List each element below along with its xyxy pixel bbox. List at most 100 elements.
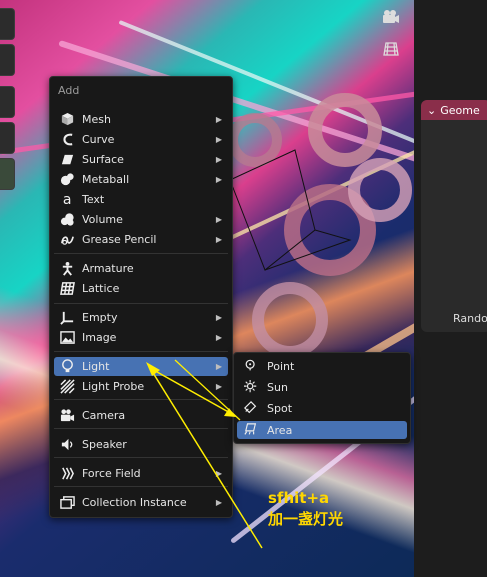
- menu-item-lattice[interactable]: Lattice: [54, 279, 228, 298]
- mesh-icon: [58, 112, 76, 128]
- menu-item-label: Collection Instance: [82, 496, 187, 509]
- light-submenu: Point Sun Spot Area: [233, 352, 411, 444]
- menu-item-label: Grease Pencil: [82, 233, 157, 246]
- menu-separator: [54, 351, 228, 352]
- geometry-node-header[interactable]: ⌄ Geome: [421, 100, 487, 120]
- area-light-icon: [243, 423, 259, 437]
- menu-item-armature[interactable]: Armature: [54, 259, 228, 278]
- light-type-point[interactable]: Point: [237, 357, 407, 375]
- menu-item-label: Force Field: [82, 467, 141, 480]
- curve-icon: [58, 132, 76, 148]
- menu-item-label: Text: [82, 193, 105, 206]
- menu-item-force-field[interactable]: Force Field ▶: [54, 464, 228, 483]
- submenu-arrow-icon: ▶: [215, 498, 222, 507]
- menu-item-text[interactable]: a Text: [54, 190, 228, 209]
- annotation-shortcut: sfhit+a: [268, 489, 330, 507]
- point-light-icon: [243, 359, 259, 373]
- menu-item-metaball[interactable]: Metaball ▶: [54, 170, 228, 189]
- camera-icon: [58, 408, 76, 424]
- metaball-icon: [58, 172, 76, 188]
- empty-icon: [58, 310, 76, 326]
- chevron-down-icon[interactable]: ⌄: [427, 104, 436, 117]
- menu-item-label: Light: [82, 360, 110, 373]
- menu-item-label: Curve: [82, 133, 115, 146]
- menu-item-collection-instance[interactable]: Collection Instance ▶: [54, 493, 228, 512]
- camera-view-icon[interactable]: [380, 6, 402, 28]
- submenu-arrow-icon: ▶: [215, 175, 222, 184]
- menu-item-label: Lattice: [82, 282, 120, 295]
- menu-separator: [54, 399, 228, 400]
- submenu-arrow-icon: ▶: [215, 382, 222, 391]
- text-icon: a: [58, 192, 76, 208]
- menu-item-label: Mesh: [82, 113, 111, 126]
- armature-icon: [58, 261, 76, 277]
- left-toolbar: [0, 0, 16, 200]
- geometry-node-field[interactable]: Rando: [453, 312, 487, 325]
- geometry-node-title: Geome: [440, 103, 480, 117]
- menu-separator: [54, 457, 228, 458]
- submenu-arrow-icon: ▶: [215, 135, 222, 144]
- menu-item-label: Image: [82, 331, 117, 344]
- light-type-sun[interactable]: Sun: [237, 378, 407, 396]
- add-menu-title: Add: [58, 84, 80, 97]
- menu-item-curve[interactable]: Curve ▶: [54, 130, 228, 149]
- submenu-arrow-icon: ▶: [215, 235, 222, 244]
- menu-item-camera[interactable]: Camera: [54, 406, 228, 425]
- submenu-arrow-icon: ▶: [215, 333, 222, 342]
- menu-item-label: Empty: [82, 311, 118, 324]
- submenu-arrow-icon: ▶: [215, 313, 222, 322]
- image-icon: [58, 330, 76, 346]
- select-box-tool[interactable]: [0, 8, 15, 40]
- cursor-tool[interactable]: [0, 44, 15, 76]
- annotation-description: 加一盏灯光: [268, 510, 344, 528]
- add-menu: Add Mesh ▶ Curve ▶ Surface ▶ Metaball ▶ a Text Vol…: [49, 76, 233, 518]
- annotation-text: sfhit+a 加一盏灯光: [268, 488, 343, 530]
- geometry-node[interactable]: ⌄ Geome Rando: [421, 100, 487, 332]
- menu-item-label: Volume: [82, 213, 123, 226]
- menu-item-label: Surface: [82, 153, 124, 166]
- menu-separator: [54, 428, 228, 429]
- menu-item-grease-pencil[interactable]: Grease Pencil ▶: [54, 230, 228, 249]
- collection-instance-icon: [58, 495, 76, 511]
- submenu-arrow-icon: ▶: [215, 362, 222, 371]
- light-type-area[interactable]: Area: [237, 421, 407, 439]
- menu-item-light-probe[interactable]: Light Probe ▶: [54, 377, 228, 396]
- sun-light-icon: [243, 380, 259, 394]
- light-type-label: Area: [267, 423, 293, 437]
- menu-item-label: Metaball: [82, 173, 130, 186]
- menu-separator: [54, 303, 228, 304]
- 3d-objects: [228, 93, 412, 358]
- menu-separator: [54, 486, 228, 487]
- light-type-label: Point: [267, 359, 295, 373]
- menu-item-surface[interactable]: Surface ▶: [54, 150, 228, 169]
- speaker-icon: [58, 437, 76, 453]
- menu-item-label: Armature: [82, 262, 134, 275]
- submenu-arrow-icon: ▶: [215, 215, 222, 224]
- grease-pencil-icon: [58, 232, 76, 248]
- menu-item-volume[interactable]: Volume ▶: [54, 210, 228, 229]
- menu-item-speaker[interactable]: Speaker: [54, 435, 228, 454]
- surface-icon: [58, 152, 76, 168]
- submenu-arrow-icon: ▶: [215, 115, 222, 124]
- menu-item-image[interactable]: Image ▶: [54, 328, 228, 347]
- menu-item-label: Camera: [82, 409, 126, 422]
- menu-item-mesh[interactable]: Mesh ▶: [54, 110, 228, 129]
- volume-icon: [58, 212, 76, 228]
- menu-separator: [54, 253, 228, 254]
- light-type-spot[interactable]: Spot: [237, 399, 407, 417]
- menu-item-label: Speaker: [82, 438, 127, 451]
- add-cube-tool[interactable]: [0, 158, 15, 190]
- light-type-label: Sun: [267, 380, 288, 394]
- measure-tool[interactable]: [0, 122, 15, 154]
- spot-light-icon: [243, 401, 259, 415]
- svg-text:a: a: [62, 192, 71, 207]
- light-icon: [58, 359, 76, 375]
- submenu-arrow-icon: ▶: [215, 155, 222, 164]
- light-probe-icon: [58, 379, 76, 395]
- menu-item-empty[interactable]: Empty ▶: [54, 308, 228, 327]
- menu-item-light[interactable]: Light ▶: [54, 357, 228, 376]
- annotate-tool[interactable]: [0, 86, 15, 118]
- grid-view-icon[interactable]: [380, 38, 402, 60]
- light-type-label: Spot: [267, 401, 293, 415]
- submenu-arrow-icon: ▶: [215, 469, 222, 478]
